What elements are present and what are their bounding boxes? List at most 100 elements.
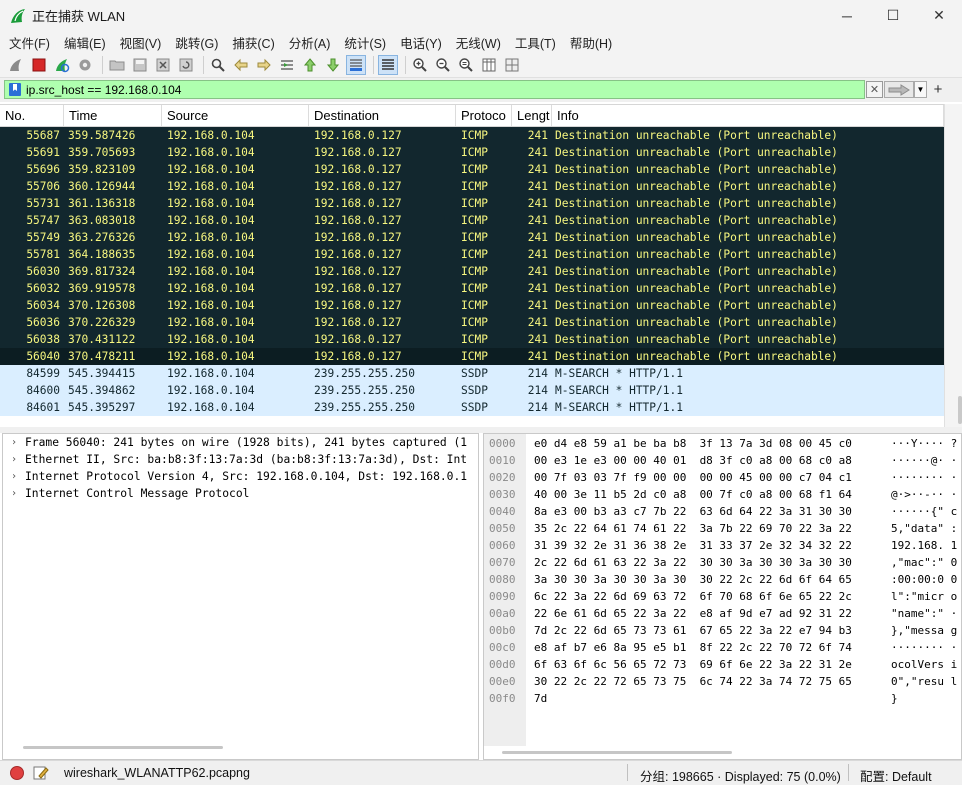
- packet-row[interactable]: 56030 369.817324 192.168.0.104 192.168.0.12…: [0, 263, 944, 280]
- menu-capture[interactable]: 捕获(C): [225, 33, 281, 52]
- hex-ascii[interactable]: "name":" ·: [891, 606, 957, 621]
- hex-bytes[interactable]: 2c 22 6d 61 63 22 3a 22 30 30 3a 30 30 3…: [534, 555, 852, 570]
- reload-file-icon[interactable]: [176, 55, 196, 75]
- menu-file[interactable]: 文件(F): [2, 33, 57, 52]
- colorize-icon[interactable]: [378, 55, 398, 75]
- column-header-length[interactable]: Lengt: [512, 105, 552, 126]
- column-header-time[interactable]: Time: [64, 105, 162, 126]
- hex-offset[interactable]: 00c0: [489, 640, 516, 655]
- packet-row[interactable]: 84599 545.394415 192.168.0.104 239.255.255.…: [0, 365, 944, 382]
- expand-chevron-right-icon[interactable]: ›: [3, 454, 25, 465]
- hex-offset[interactable]: 0050: [489, 521, 516, 536]
- go-forward-icon[interactable]: [254, 55, 274, 75]
- hex-bytes[interactable]: 00 e3 1e e3 00 00 40 01 d8 3f c0 a8 00 6…: [534, 453, 852, 468]
- hex-ascii[interactable]: }: [891, 691, 898, 706]
- hex-ascii[interactable]: :00:00:0 0: [891, 572, 957, 587]
- stop-capture-icon[interactable]: [29, 55, 49, 75]
- packet-row[interactable]: 55687 359.587426 192.168.0.104 192.168.0.12…: [0, 127, 944, 144]
- hex-bytes[interactable]: 8a e3 00 b3 a3 c7 7b 22 63 6d 64 22 3a 3…: [534, 504, 852, 519]
- expand-chevron-right-icon[interactable]: ›: [3, 471, 25, 482]
- hex-bytes[interactable]: 35 2c 22 64 61 74 61 22 3a 7b 22 69 70 2…: [534, 521, 852, 536]
- hex-bytes[interactable]: e0 d4 e8 59 a1 be ba b8 3f 13 7a 3d 08 0…: [534, 436, 852, 451]
- hex-offset[interactable]: 0060: [489, 538, 516, 553]
- packet-row[interactable]: 56038 370.431122 192.168.0.104 192.168.0.12…: [0, 331, 944, 348]
- hex-ascii[interactable]: ······{" c: [891, 504, 957, 519]
- packet-row[interactable]: 56034 370.126308 192.168.0.104 192.168.0.12…: [0, 297, 944, 314]
- open-file-icon[interactable]: [107, 55, 127, 75]
- hex-offset[interactable]: 0020: [489, 470, 516, 485]
- menu-go[interactable]: 跳转(G): [168, 33, 225, 52]
- hex-ascii[interactable]: },"messa g: [891, 623, 957, 638]
- hex-ascii[interactable]: ········ ·: [891, 470, 957, 485]
- filter-history-chevron-down-icon[interactable]: ▼: [914, 81, 927, 98]
- hex-ascii[interactable]: l":"micr o: [891, 589, 957, 604]
- find-packet-icon[interactable]: [208, 55, 228, 75]
- capture-options-icon[interactable]: [75, 55, 95, 75]
- restart-capture-icon[interactable]: [52, 55, 72, 75]
- hex-bytes[interactable]: 00 7f 03 03 7f f9 00 00 00 00 45 00 00 c…: [534, 470, 852, 485]
- packet-row[interactable]: 55706 360.126944 192.168.0.104 192.168.0.12…: [0, 178, 944, 195]
- column-header-source[interactable]: Source: [162, 105, 309, 126]
- hex-offset[interactable]: 00e0: [489, 674, 516, 689]
- add-filter-button-plus-icon[interactable]: +: [931, 80, 945, 98]
- packet-row[interactable]: 84601 545.395297 192.168.0.104 239.255.255.…: [0, 399, 944, 416]
- zoom-out-icon[interactable]: [433, 55, 453, 75]
- save-file-icon[interactable]: [130, 55, 150, 75]
- hex-ascii[interactable]: ocolVers i: [891, 657, 957, 672]
- hex-offset[interactable]: 0010: [489, 453, 516, 468]
- column-header-destination[interactable]: Destination: [309, 105, 456, 126]
- maximize-button[interactable]: ☐: [870, 0, 916, 31]
- hex-bytes[interactable]: 3a 30 30 3a 30 30 3a 30 30 22 2c 22 6d 6…: [534, 572, 852, 587]
- packet-row[interactable]: 55691 359.705693 192.168.0.104 192.168.0.12…: [0, 144, 944, 161]
- hex-bytes[interactable]: 6c 22 3a 22 6d 69 63 72 6f 70 68 6f 6e 6…: [534, 589, 852, 604]
- packet-row[interactable]: 55781 364.188635 192.168.0.104 192.168.0.12…: [0, 246, 944, 263]
- zoom-normal-icon[interactable]: [456, 55, 476, 75]
- hex-offset[interactable]: 0070: [489, 555, 516, 570]
- hex-bytes[interactable]: 7d: [534, 691, 547, 706]
- hex-offset[interactable]: 0090: [489, 589, 516, 604]
- hex-bytes[interactable]: 30 22 2c 22 72 65 73 75 6c 74 22 3a 74 7…: [534, 674, 852, 689]
- details-tree-item[interactable]: › Frame 56040: 241 bytes on wire (1928 bi…: [3, 434, 478, 451]
- hex-bytes[interactable]: e8 af b7 e6 8a 95 e5 b1 8f 22 2c 22 70 7…: [534, 640, 852, 655]
- minimize-button[interactable]: ─: [824, 0, 870, 31]
- apply-filter-icon[interactable]: [884, 81, 914, 98]
- hex-offset[interactable]: 00a0: [489, 606, 516, 621]
- profile-status[interactable]: 配置: Default: [860, 766, 932, 785]
- details-tree-item[interactable]: › Ethernet II, Src: ba:b8:3f:13:7a:3d (ba…: [3, 451, 478, 468]
- details-horizontal-scrollbar[interactable]: [23, 746, 223, 749]
- go-to-packet-icon[interactable]: [277, 55, 297, 75]
- close-button[interactable]: ✕: [916, 0, 962, 31]
- column-header-no[interactable]: No.: [0, 105, 64, 126]
- packet-row[interactable]: 55731 361.136318 192.168.0.104 192.168.0.12…: [0, 195, 944, 212]
- menu-tools[interactable]: 工具(T): [508, 33, 563, 52]
- bookmark-icon[interactable]: [8, 82, 22, 97]
- expand-chevron-right-icon[interactable]: ›: [3, 437, 25, 448]
- close-file-icon[interactable]: [153, 55, 173, 75]
- hex-ascii[interactable]: 0","resu l: [891, 674, 957, 689]
- hex-bytes[interactable]: 7d 2c 22 6d 65 73 73 61 67 65 22 3a 22 e…: [534, 623, 852, 638]
- menu-help[interactable]: 帮助(H): [563, 33, 619, 52]
- expand-chevron-right-icon[interactable]: ›: [3, 488, 25, 499]
- hex-offset[interactable]: 00d0: [489, 657, 516, 672]
- menu-telephony[interactable]: 电话(Y): [393, 33, 449, 52]
- packet-row[interactable]: 56036 370.226329 192.168.0.104 192.168.0.12…: [0, 314, 944, 331]
- layout-icon[interactable]: [502, 55, 522, 75]
- column-header-protocol[interactable]: Protoco: [456, 105, 512, 126]
- packet-row[interactable]: 55747 363.083018 192.168.0.104 192.168.0.12…: [0, 212, 944, 229]
- packet-list-scrollbar-thumb[interactable]: [958, 396, 962, 424]
- hex-offset[interactable]: 0080: [489, 572, 516, 587]
- shark-fin-start-icon[interactable]: [6, 55, 26, 75]
- packet-row[interactable]: 84600 545.394862 192.168.0.104 239.255.255.…: [0, 382, 944, 399]
- autoscroll-icon[interactable]: [346, 55, 366, 75]
- hex-ascii[interactable]: 192.168. 1: [891, 538, 957, 553]
- hex-ascii[interactable]: ······@· ·: [891, 453, 957, 468]
- hex-bytes[interactable]: 31 39 32 2e 31 36 38 2e 31 33 37 2e 32 3…: [534, 538, 852, 553]
- details-tree-item[interactable]: › Internet Protocol Version 4, Src: 192.1…: [3, 468, 478, 485]
- capture-status-record-icon[interactable]: [10, 766, 24, 780]
- go-last-icon[interactable]: [323, 55, 343, 75]
- hex-offset[interactable]: 00b0: [489, 623, 516, 638]
- hex-bytes[interactable]: 6f 63 6f 6c 56 65 72 73 69 6f 6e 22 3a 2…: [534, 657, 852, 672]
- packet-row[interactable]: 56040 370.478211 192.168.0.104 192.168.0.12…: [0, 348, 944, 365]
- menu-view[interactable]: 视图(V): [113, 33, 169, 52]
- hex-bytes[interactable]: 22 6e 61 6d 65 22 3a 22 e8 af 9d e7 ad 9…: [534, 606, 852, 621]
